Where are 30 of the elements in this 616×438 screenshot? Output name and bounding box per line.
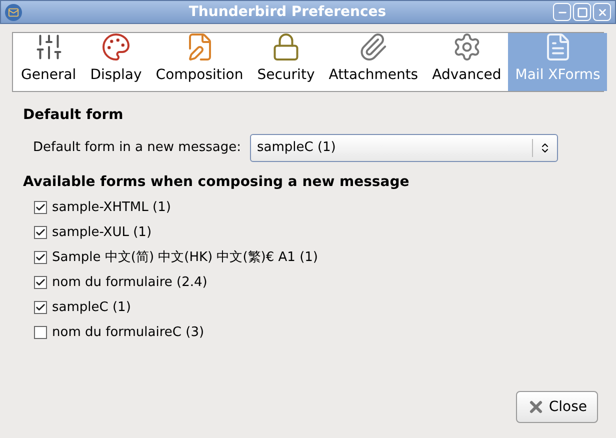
- checkbox-label: nom du formulaireC (3): [52, 324, 204, 342]
- section-heading: Available forms when composing a new message: [23, 173, 410, 192]
- checkbox-label: sample-XHTML (1): [52, 198, 171, 217]
- toolbar-tab[interactable]: Advanced: [425, 33, 508, 91]
- maximize-icon: [576, 6, 588, 18]
- checkbox-label: nom du formulaire (2.4): [52, 274, 208, 292]
- close-icon: [596, 6, 608, 18]
- close-button[interactable]: Close: [516, 391, 598, 423]
- checkbox[interactable]: [34, 251, 47, 264]
- palette-icon: [100, 32, 131, 62]
- toolbar-tab[interactable]: Display: [83, 33, 149, 91]
- checkbox[interactable]: [34, 201, 47, 214]
- checkbox[interactable]: [34, 326, 47, 339]
- toolbar-tab[interactable]: General: [14, 33, 84, 91]
- toolbar-tab[interactable]: Attachments: [322, 33, 426, 91]
- section-heading: Default form: [23, 106, 124, 125]
- toolbar-tab[interactable]: Composition: [148, 33, 250, 91]
- checkbox-label: sampleC (1): [52, 298, 131, 317]
- form-dropdown[interactable]: sampleC (1): [250, 134, 558, 162]
- toolbar-tab[interactable]: Security: [250, 33, 322, 91]
- window-title: Thunderbird Preferences: [188, 2, 388, 22]
- field-label: Default form in a new message:: [33, 139, 241, 158]
- checkbox[interactable]: [34, 276, 47, 289]
- padlock-icon: [270, 32, 301, 62]
- checkbox[interactable]: [34, 226, 47, 239]
- checkbox-label: sample-XUL (1): [52, 224, 152, 242]
- app-icon: [5, 4, 22, 20]
- checkbox-label: Sample 中文(简) 中文(HK) 中文(繁)€ A1 (1): [52, 248, 318, 267]
- checkbox[interactable]: [34, 301, 47, 314]
- paperclip-icon: [358, 32, 388, 62]
